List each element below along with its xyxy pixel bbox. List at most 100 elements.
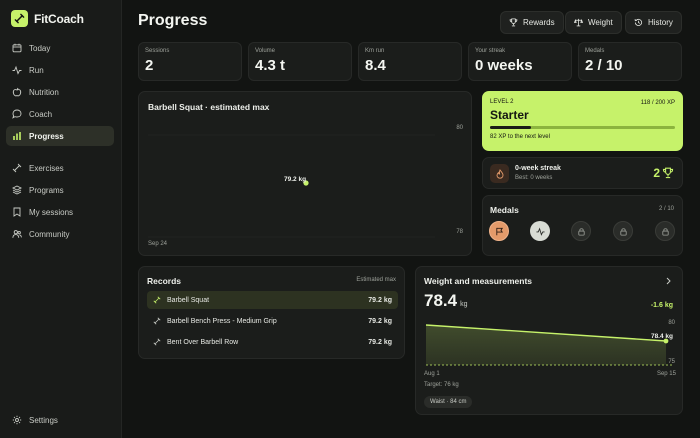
- stat-label: Volume: [255, 48, 276, 54]
- nav-label: Settings: [29, 415, 58, 425]
- stat-value: 4.3 t: [255, 57, 286, 74]
- records-title: Records: [147, 276, 182, 286]
- medals-count: 2 / 10: [658, 206, 674, 212]
- dumbbell-icon: [11, 10, 28, 27]
- nav-label: Programs: [29, 185, 64, 195]
- dumbbell-icon: [153, 338, 161, 346]
- dumbbell-icon: [153, 296, 161, 304]
- nav-item-nutrition[interactable]: Nutrition: [6, 82, 114, 102]
- weight-x-start: Aug 1: [424, 371, 440, 377]
- stat-label: Medals: [585, 48, 605, 54]
- stat-card-streak: Your streak 0 weeks: [468, 42, 572, 81]
- weight-card[interactable]: Weight and measurements 78.4 kg -1.6 kg …: [415, 266, 683, 415]
- medal-locked[interactable]: [571, 221, 591, 241]
- records-subtitle: Estimated max: [356, 277, 396, 283]
- calendar-icon: [12, 43, 22, 53]
- lock-icon: [619, 227, 627, 236]
- y-tick-top: 80: [456, 125, 463, 131]
- nav-label: Today: [29, 43, 51, 53]
- nav-item-programs[interactable]: Programs: [6, 180, 114, 200]
- brand[interactable]: FitCoach: [11, 10, 84, 27]
- scale-icon: [574, 18, 583, 27]
- apple-icon: [12, 87, 22, 97]
- users-icon: [12, 230, 22, 238]
- trophy-count-value: 2: [653, 166, 660, 180]
- weight-y-tick-bottom: 75: [668, 359, 675, 365]
- activity-icon: [12, 65, 22, 75]
- dumbbell-icon: [12, 163, 22, 173]
- xp-progress-fill: [490, 126, 531, 129]
- xp-points: 118 / 200 XP: [640, 100, 675, 106]
- stat-value: 2 / 10: [585, 57, 623, 74]
- medals-title: Medals: [490, 205, 519, 215]
- history-icon: [634, 18, 643, 26]
- nav-item-my-sessions[interactable]: My sessions: [6, 202, 114, 222]
- stat-label: Km run: [365, 48, 385, 54]
- weight-button[interactable]: Weight: [565, 11, 622, 34]
- rewards-button[interactable]: Rewards: [500, 11, 564, 34]
- xp-next-label: 82 XP to the next level: [490, 134, 550, 140]
- stat-value: 2: [145, 57, 154, 74]
- xp-progress-bar: [490, 126, 675, 129]
- nav-label: Coach: [29, 109, 53, 119]
- nav-item-community[interactable]: Community: [6, 224, 114, 244]
- stat-card-volume: Volume 4.3 t: [248, 42, 352, 81]
- sidebar: FitCoach Today Run Nutrition Coach Progr…: [0, 0, 122, 438]
- medal-locked[interactable]: [613, 221, 633, 241]
- stat-card-km-run: Km run 8.4: [358, 42, 462, 81]
- y-tick-bottom: 78: [456, 229, 463, 235]
- primary-nav: Today Run Nutrition Coach Progress: [6, 38, 114, 148]
- nav-item-today[interactable]: Today: [6, 38, 114, 58]
- record-row-bench-press[interactable]: Barbell Bench Press - Medium Grip 79.2 k…: [147, 312, 398, 330]
- trophy-icon: [509, 18, 518, 27]
- record-value: 79.2 kg: [368, 338, 392, 346]
- medal-activity[interactable]: [530, 221, 550, 241]
- level-rank: Starter: [490, 108, 529, 122]
- nav-label: Progress: [29, 131, 64, 141]
- gear-icon: [12, 415, 22, 425]
- stat-card-medals: Medals 2 / 10: [578, 42, 682, 81]
- stat-value: 0 weeks: [475, 57, 533, 74]
- trophy-icon: [662, 167, 674, 179]
- history-button[interactable]: History: [625, 11, 682, 34]
- nav-label: Run: [29, 65, 44, 75]
- stat-label: Your streak: [475, 48, 506, 54]
- footer-nav: Settings: [6, 410, 114, 432]
- nav-item-exercises[interactable]: Exercises: [6, 158, 114, 178]
- measurement-tag[interactable]: Waist · 84 cm: [424, 396, 473, 408]
- record-row-barbell-row[interactable]: Bent Over Barbell Row 79.2 kg: [147, 333, 398, 351]
- weight-x-end: Sep 15: [657, 371, 677, 377]
- weight-label: Weight: [588, 18, 613, 27]
- level-card[interactable]: LEVEL 2 118 / 200 XP Starter 82 XP to th…: [482, 91, 683, 151]
- stat-card-sessions: Sessions 2: [138, 42, 242, 81]
- nav-item-run[interactable]: Run: [6, 60, 114, 80]
- record-row-barbell-squat[interactable]: Barbell Squat 79.2 kg: [147, 291, 398, 309]
- record-name: Bent Over Barbell Row: [167, 338, 239, 346]
- weight-y-tick-top: 80: [668, 320, 675, 326]
- nav-item-settings[interactable]: Settings: [6, 410, 114, 430]
- record-value: 79.2 kg: [368, 317, 392, 325]
- nav-item-coach[interactable]: Coach: [6, 104, 114, 124]
- streak-card[interactable]: 0-week streak Best: 0 weeks 2: [482, 157, 683, 189]
- secondary-nav: Exercises Programs My sessions Community: [6, 158, 114, 246]
- record-value: 79.2 kg: [368, 296, 392, 304]
- layers-icon: [12, 185, 22, 195]
- weight-chart: 80 75 78.4 kg Aug 1 Sep 15: [424, 320, 677, 377]
- lock-icon: [577, 227, 585, 236]
- stat-value: 8.4: [365, 57, 386, 74]
- flame-icon: [490, 164, 509, 183]
- records-card: Records Estimated max Barbell Squat 79.2…: [138, 266, 405, 359]
- weight-target: Target: 76 kg: [424, 382, 459, 388]
- medal-flag[interactable]: [489, 221, 509, 241]
- nav-label: Exercises: [29, 163, 64, 173]
- dumbbell-icon: [153, 317, 161, 325]
- weight-end-label: 78.4 kg: [651, 333, 673, 340]
- bookmark-icon: [13, 207, 21, 217]
- medal-locked[interactable]: [655, 221, 675, 241]
- data-label: 79.2 kg: [284, 176, 306, 183]
- page-title: Progress: [138, 12, 208, 29]
- lock-icon: [661, 227, 669, 236]
- nav-item-progress[interactable]: Progress: [6, 126, 114, 146]
- stat-label: Sessions: [145, 48, 170, 54]
- trophy-count: 2: [653, 166, 674, 180]
